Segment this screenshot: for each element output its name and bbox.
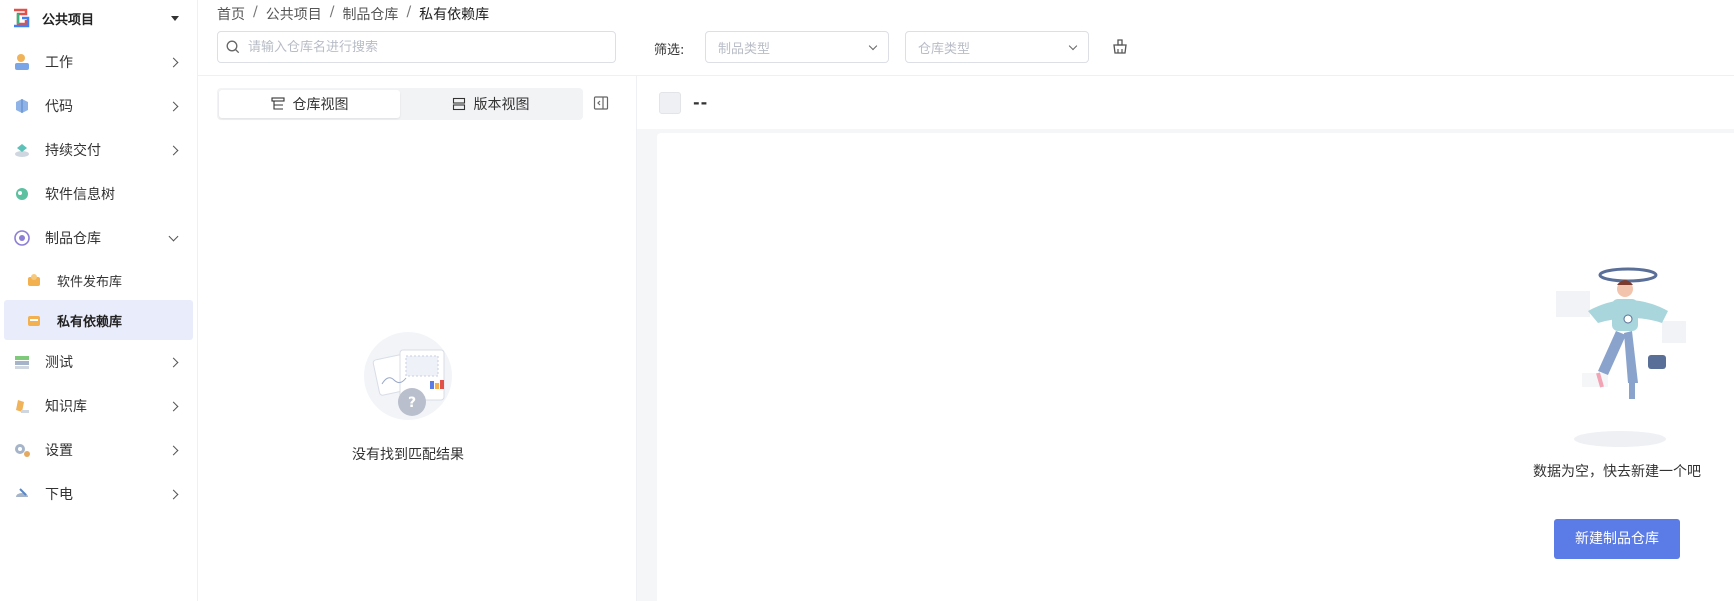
settings-icon	[12, 440, 32, 460]
sidebar-item-label: 工作	[45, 55, 73, 71]
sidebar-item-label: 软件信息树	[45, 187, 115, 203]
delivery-icon	[12, 140, 32, 160]
download-icon	[12, 484, 32, 504]
tab-repo-view-label: 仓库视图	[292, 97, 349, 113]
project-selector[interactable]: 公共项目	[0, 0, 197, 36]
search-icon	[226, 40, 240, 54]
chevron-right-icon	[168, 145, 179, 155]
chevron-right-icon	[168, 401, 179, 411]
sidebar-item-download[interactable]: 下电	[0, 472, 197, 516]
sidebar-item-label: 持续交付	[45, 143, 101, 159]
version-view-icon	[452, 97, 465, 111]
code-icon	[12, 96, 32, 116]
right-body: 数据为空，快去新建一个吧 新建制品仓库	[637, 129, 1734, 601]
tab-repo-view[interactable]: 仓库视图	[219, 90, 400, 118]
sidebar-item-label: 下电	[45, 487, 73, 503]
repo-title: --	[693, 93, 709, 112]
clear-filter-button[interactable]	[1110, 37, 1130, 57]
artifact-type-placeholder: 制品类型	[718, 41, 771, 57]
sidebar-item-label: 代码	[45, 99, 73, 115]
left-empty-message: 没有找到匹配结果	[352, 447, 464, 463]
chevron-right-icon	[168, 489, 179, 499]
repo-icon	[659, 91, 681, 114]
search-box[interactable]	[217, 31, 616, 63]
tab-version-view[interactable]: 版本视图	[400, 90, 581, 118]
sidebar-subitem-label: 私有依赖库	[57, 314, 123, 330]
chevron-right-icon	[168, 57, 179, 67]
chevron-down-icon	[1068, 41, 1078, 50]
tree-icon	[12, 184, 32, 204]
filter-label: 筛选:	[654, 43, 685, 58]
repo-view-icon	[270, 97, 285, 110]
breadcrumb-separator: /	[406, 4, 412, 20]
breadcrumb-separator: /	[329, 4, 335, 20]
project-logo-icon	[10, 7, 32, 29]
sidebar-item-delivery[interactable]: 持续交付	[0, 128, 197, 172]
content-card: 数据为空，快去新建一个吧 新建制品仓库	[657, 133, 1734, 601]
chevron-right-icon	[168, 357, 179, 367]
right-header: --	[637, 76, 1734, 129]
artifact-repo-icon	[12, 228, 32, 248]
chevron-down-icon	[168, 231, 179, 241]
svg-text:?: ?	[408, 395, 416, 411]
repo-type-placeholder: 仓库类型	[918, 41, 971, 57]
private-deps-icon	[26, 312, 42, 328]
chevron-down-icon	[868, 41, 878, 50]
sidebar-item-artifact-repo[interactable]: 制品仓库	[0, 216, 197, 260]
view-switch: 仓库视图 版本视图	[217, 88, 583, 120]
sidebar-item-settings[interactable]: 设置	[0, 428, 197, 472]
empty-data-illustration	[1556, 267, 1686, 447]
right-empty-message: 数据为空，快去新建一个吧	[1533, 464, 1701, 480]
left-empty-state: ? 没有找到匹配结果	[198, 326, 618, 464]
sidebar-item-knowledge[interactable]: 知识库	[0, 384, 197, 428]
sidebar-item-label: 设置	[45, 443, 73, 459]
left-panel: 仓库视图 版本视图 ? 没有找到匹配结果	[198, 76, 637, 601]
right-empty-state: 数据为空，快去新建一个吧 新建制品仓库	[1507, 263, 1727, 559]
sidebar: 公共项目 工作 代码 持续交付 软件信息树 制品仓库 软件发布库 私有依赖库 测…	[0, 0, 198, 601]
sidebar-subitem-software-release[interactable]: 软件发布库	[4, 260, 193, 300]
breadcrumb-artifact-repo[interactable]: 制品仓库	[342, 4, 398, 24]
search-input[interactable]	[248, 39, 607, 55]
knowledge-icon	[12, 396, 32, 416]
sidebar-item-software-tree[interactable]: 软件信息树	[0, 172, 197, 216]
caret-down-icon[interactable]	[171, 15, 179, 21]
collapse-panel-icon	[593, 96, 609, 110]
artifact-type-select[interactable]: 制品类型	[705, 31, 889, 63]
collapse-panel-button[interactable]	[593, 95, 611, 113]
work-icon	[12, 52, 32, 72]
clear-brush-icon	[1113, 39, 1127, 54]
sidebar-subitem-label: 软件发布库	[57, 274, 123, 290]
sidebar-item-label: 制品仓库	[45, 231, 101, 247]
chevron-right-icon	[168, 101, 179, 111]
breadcrumb-separator: /	[253, 4, 258, 20]
test-icon	[12, 352, 32, 372]
sidebar-subitem-private-deps[interactable]: 私有依赖库	[4, 300, 193, 340]
breadcrumb-current: 私有依赖库	[419, 7, 490, 23]
sidebar-item-label: 测试	[45, 355, 73, 371]
breadcrumb-home[interactable]: 首页	[217, 4, 245, 24]
sidebar-item-work[interactable]: 工作	[0, 40, 197, 84]
chevron-right-icon	[168, 445, 179, 455]
breadcrumb-project[interactable]: 公共项目	[266, 4, 322, 24]
sidebar-item-code[interactable]: 代码	[0, 84, 197, 128]
tab-version-view-label: 版本视图	[473, 97, 530, 113]
new-artifact-repo-button[interactable]: 新建制品仓库	[1554, 519, 1680, 559]
empty-search-illustration: ?	[364, 332, 452, 420]
sidebar-item-label: 知识库	[45, 399, 87, 415]
breadcrumb: 首页 / 公共项目 / 制品仓库 / 私有依赖库	[217, 4, 497, 24]
project-name: 公共项目	[42, 12, 95, 28]
sidebar-item-test[interactable]: 测试	[0, 340, 197, 384]
release-repo-icon	[26, 272, 42, 288]
repo-type-select[interactable]: 仓库类型	[905, 31, 1089, 63]
